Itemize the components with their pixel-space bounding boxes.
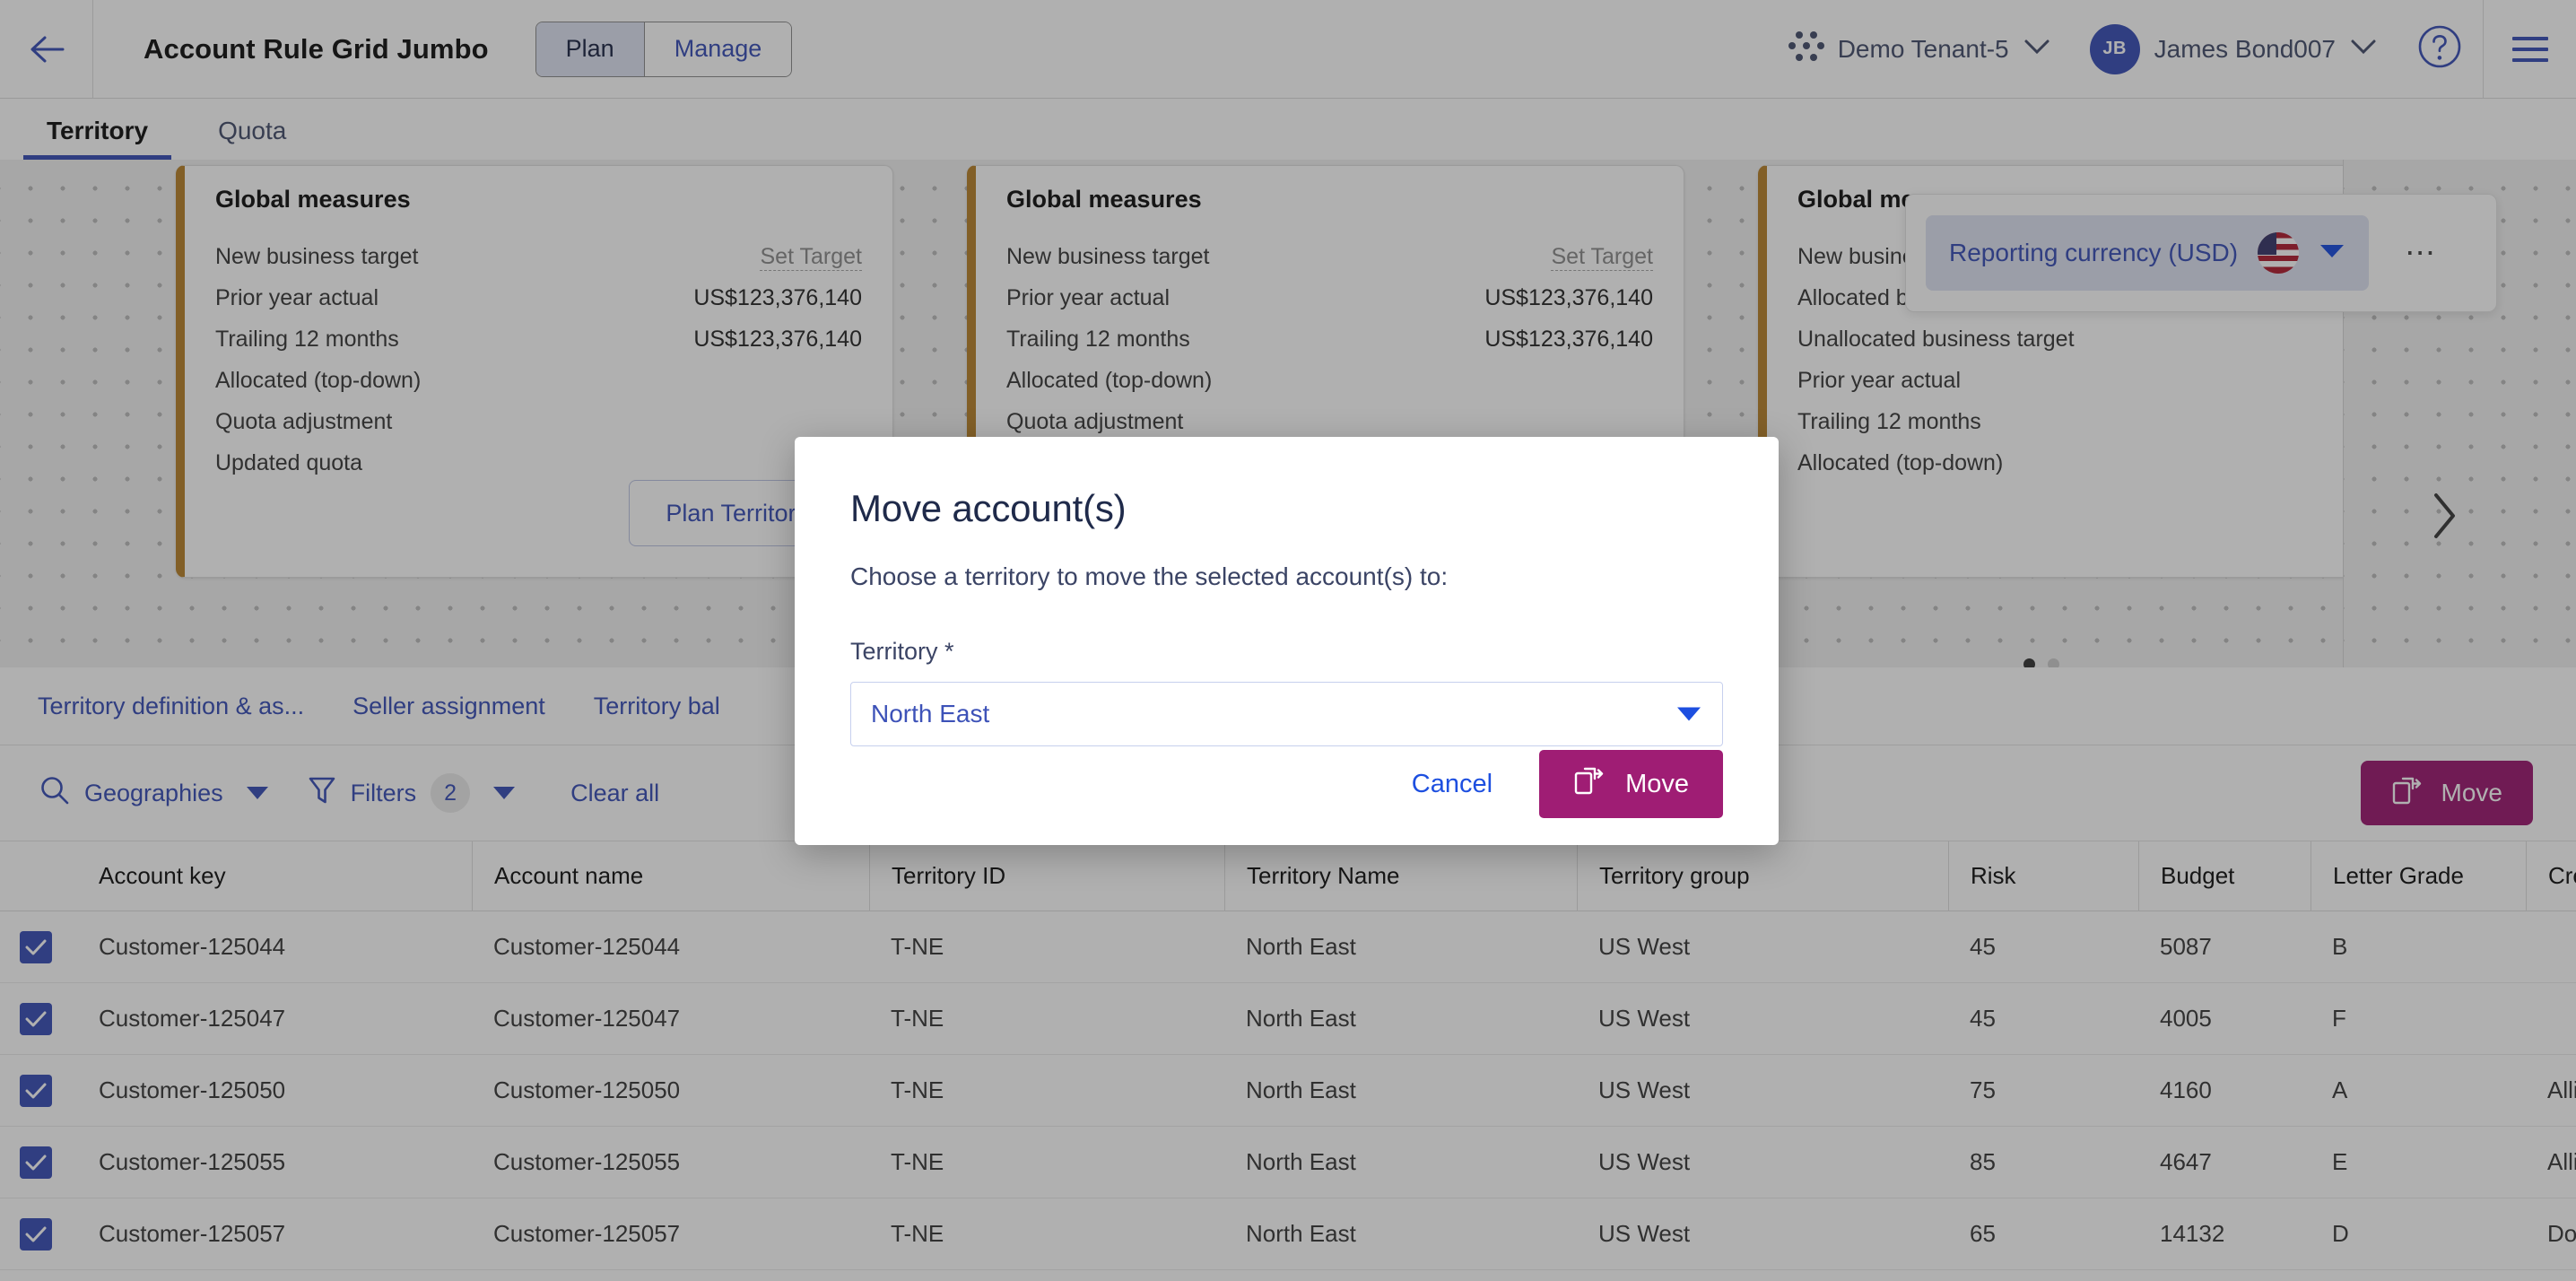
dialog-title: Move account(s) (850, 487, 1127, 529)
chevron-down-icon (1677, 707, 1701, 721)
confirm-move-label: Move (1625, 769, 1689, 798)
app-root: Account Rule Grid Jumbo Plan Manage Demo… (0, 0, 2576, 1281)
cancel-button[interactable]: Cancel (1406, 761, 1498, 808)
move-copy-icon (1573, 765, 1604, 803)
move-accounts-dialog: Move account(s) Choose a territory to mo… (795, 437, 1779, 845)
territory-select[interactable]: North East (850, 682, 1723, 746)
dialog-actions: Cancel Move (1406, 750, 1723, 818)
dialog-description: Choose a territory to move the selected … (850, 562, 1449, 590)
confirm-move-button[interactable]: Move (1539, 750, 1723, 818)
territory-field-label: Territory * (850, 638, 954, 665)
territory-select-value: North East (871, 700, 990, 728)
